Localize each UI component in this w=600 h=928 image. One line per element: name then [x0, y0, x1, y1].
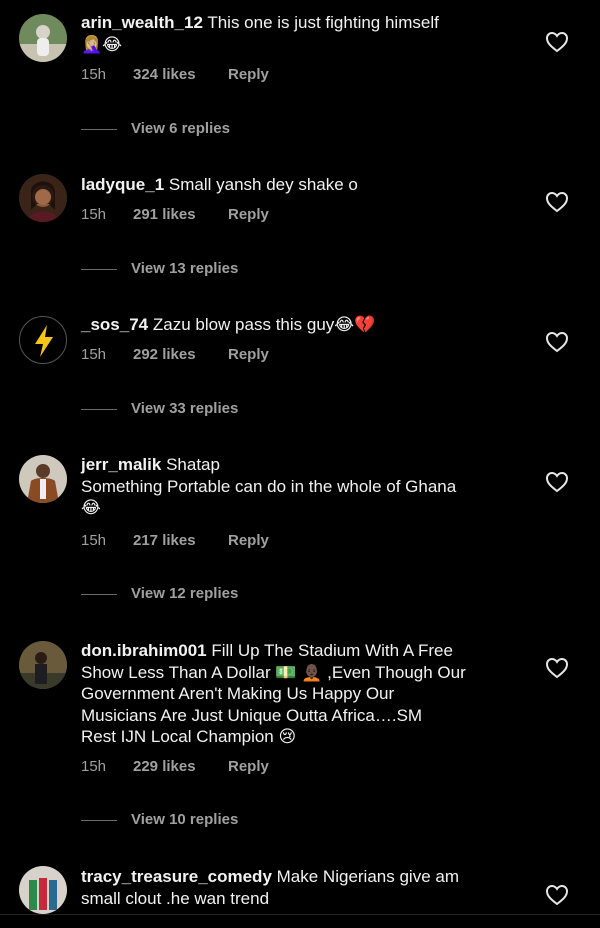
view-replies-label: View 12 replies	[131, 585, 239, 602]
divider	[81, 593, 117, 595]
divider	[81, 128, 117, 130]
view-replies-button[interactable]: View 33 replies	[81, 400, 238, 417]
comment-body: Zazu blow pass this guy	[152, 315, 335, 334]
comment-meta: 15h 292 likes Reply	[81, 346, 269, 363]
comment-text: jerr_malik Shatap Something Portable can…	[81, 454, 531, 519]
heart-icon[interactable]	[545, 331, 569, 353]
view-replies-label: View 6 replies	[131, 120, 230, 137]
username[interactable]: ladyque_1	[81, 175, 164, 194]
comment-body-line2: Something Portable can do in the whole o…	[81, 476, 457, 496]
avatar[interactable]	[19, 641, 67, 689]
likes-count[interactable]: 229 likes	[133, 758, 228, 775]
heart-icon[interactable]	[545, 657, 569, 679]
likes-count[interactable]: 292 likes	[133, 346, 228, 363]
likes-count[interactable]: 217 likes	[133, 532, 228, 549]
comment-body-line4: Musicians Are Just Unique Outta Africa….…	[81, 705, 423, 725]
reply-button[interactable]: Reply	[228, 206, 269, 223]
reply-button[interactable]: Reply	[228, 758, 269, 775]
timestamp: 15h	[81, 346, 107, 363]
divider	[81, 408, 117, 410]
comment-body: Small yansh dey shake o	[168, 175, 358, 194]
comment-text: tracy_treasure_comedy Make Nigerians giv…	[81, 866, 531, 909]
view-replies-button[interactable]: View 6 replies	[81, 120, 230, 137]
username[interactable]: _sos_74	[81, 315, 148, 334]
avatar[interactable]	[19, 866, 67, 914]
comment-meta: 15h 324 likes Reply	[81, 66, 269, 83]
divider	[81, 268, 117, 270]
bottom-divider	[0, 914, 600, 915]
view-replies-button[interactable]: View 10 replies	[81, 811, 238, 828]
timestamp: 15h	[81, 206, 107, 223]
view-replies-label: View 33 replies	[131, 400, 239, 417]
likes-count[interactable]: 291 likes	[133, 206, 228, 223]
heart-icon[interactable]	[545, 191, 569, 213]
comment-body: Make Nigerians give am	[276, 867, 459, 886]
username[interactable]: don.ibrahim001	[81, 641, 207, 660]
comment-meta: 15h 217 likes Reply	[81, 532, 269, 549]
comment-text: arin_wealth_12 This one is just fighting…	[81, 12, 531, 55]
view-replies-label: View 13 replies	[131, 260, 239, 277]
comment-body: Fill Up The Stadium With A Free	[211, 641, 453, 660]
comment-body: Shatap	[166, 455, 220, 474]
comment-body-line2: small clout .he wan trend	[81, 888, 270, 908]
comment-body-line3: Government Aren't Making Us Happy Our	[81, 684, 395, 703]
heart-icon[interactable]	[545, 884, 569, 906]
comment-emoji: 😂💔	[334, 315, 376, 334]
heart-icon[interactable]	[545, 31, 569, 53]
view-replies-button[interactable]: View 13 replies	[81, 260, 238, 277]
comment-text: ladyque_1 Small yansh dey shake o	[81, 174, 531, 196]
comment-body-line5: Rest IJN Local Champion 😢	[81, 727, 297, 746]
likes-count[interactable]: 324 likes	[133, 66, 228, 83]
avatar[interactable]	[19, 316, 67, 364]
comment-meta: 15h 291 likes Reply	[81, 206, 269, 223]
avatar[interactable]	[19, 14, 67, 62]
reply-button[interactable]: Reply	[228, 346, 269, 363]
timestamp: 15h	[81, 66, 107, 83]
view-replies-label: View 10 replies	[131, 811, 239, 828]
comment-text: _sos_74 Zazu blow pass this guy😂💔	[81, 314, 531, 336]
lightning-bolt-icon	[35, 325, 53, 357]
username[interactable]: tracy_treasure_comedy	[81, 867, 272, 886]
heart-icon[interactable]	[545, 471, 569, 493]
avatar[interactable]	[19, 455, 67, 503]
reply-button[interactable]: Reply	[228, 66, 269, 83]
timestamp: 15h	[81, 532, 107, 549]
comment-meta: 15h 229 likes Reply	[81, 758, 269, 775]
divider	[81, 819, 117, 821]
comment-emoji: 🤦🏼‍♀️😂	[81, 34, 123, 54]
username[interactable]: arin_wealth_12	[81, 13, 203, 32]
timestamp: 15h	[81, 758, 107, 775]
comment-body: This one is just fighting himself	[207, 13, 439, 32]
avatar[interactable]	[19, 174, 67, 222]
username[interactable]: jerr_malik	[81, 455, 161, 474]
comment-emoji: 😂	[81, 498, 101, 517]
comment-text: don.ibrahim001 Fill Up The Stadium With …	[81, 640, 531, 748]
comment-body-line2: Show Less Than A Dollar 💵 🧑🏿‍🦲 ,Even Tho…	[81, 662, 466, 682]
reply-button[interactable]: Reply	[228, 532, 269, 549]
view-replies-button[interactable]: View 12 replies	[81, 585, 238, 602]
